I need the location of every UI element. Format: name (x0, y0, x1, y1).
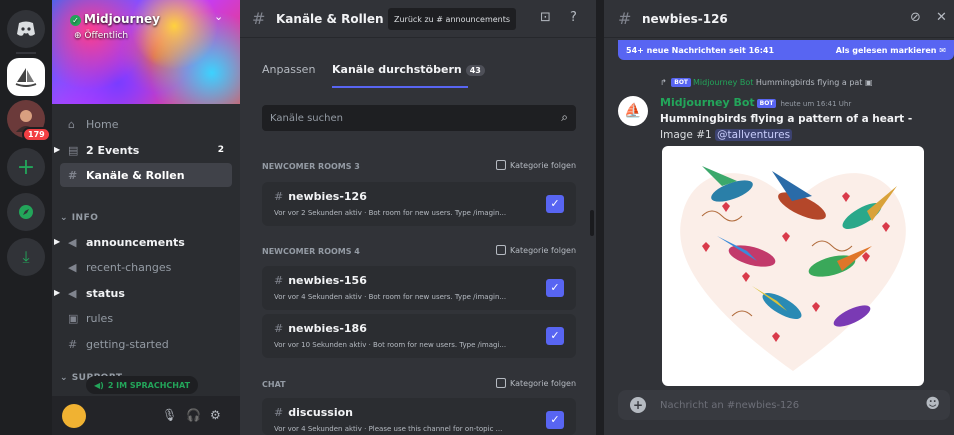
emoji-icon[interactable]: ☻ (925, 396, 940, 412)
server-visibility: ⊕ Öffentlich (74, 31, 129, 41)
follow-category-checkbox[interactable]: Kategorie folgen (496, 245, 576, 255)
rail-separator (16, 52, 36, 54)
image-icon: ▣ (864, 78, 873, 87)
megaphone-icon: ◀ (68, 286, 77, 300)
inbox-icon[interactable]: ⊡ (540, 10, 551, 25)
channel-sidebar: ✓ Midjourney ⊕ Öffentlich ⌄ ⌂ Home ▶ ▤ 2 Ev… (52, 0, 240, 435)
mic-muted-icon[interactable]: 🎙 (162, 408, 177, 422)
mute-icon[interactable]: ⊘ (910, 10, 921, 25)
section-title: NEWCOMER ROOMS 4 (262, 247, 360, 256)
channel-checkbox[interactable]: ✓ (546, 411, 564, 429)
hash-icon: # (68, 168, 78, 182)
hash-icon: # (274, 322, 284, 335)
sidebar-item-recent-changes[interactable]: ◀ recent-changes (60, 255, 232, 279)
sidebar-item-status[interactable]: ◀ status (60, 281, 232, 305)
sidebar-item-channels-roles[interactable]: # Kanäle & Rollen (60, 163, 232, 187)
channels-roles-icon: # (252, 9, 266, 28)
panel-divider[interactable] (596, 0, 604, 435)
hash-icon: # (68, 337, 78, 351)
add-server-icon[interactable]: + (7, 148, 45, 186)
sidebar-item-announcements[interactable]: ◀ announcements (60, 230, 232, 254)
channel-checkbox[interactable]: ✓ (546, 195, 564, 213)
rules-icon: ▣ (68, 311, 79, 325)
channel-card[interactable]: # newbies-126 Vor vor 2 Sekunden aktiv · … (262, 182, 576, 226)
hash-icon: # (274, 190, 284, 203)
events-count: 2 (217, 145, 224, 155)
channels-browser: # Kanäle & Rollen Zurück zu # announceme… (240, 0, 596, 435)
channel-checkbox[interactable]: ✓ (546, 279, 564, 297)
help-icon[interactable]: ? (570, 10, 577, 25)
download-icon[interactable]: ⤓ (7, 238, 45, 276)
section-title: CHAT (262, 380, 286, 389)
search-icon: ⌕ (561, 110, 568, 124)
chat-panel: # newbies-126 ⊘ ✕ 54+ neue Nachrichten s… (604, 0, 954, 435)
speaker-icon: ◀) (94, 380, 104, 390)
discord-home-button[interactable] (7, 10, 45, 48)
active-tab-indicator (332, 86, 468, 88)
channel-card[interactable]: # discussion Vor vor 4 Sekunden aktiv · P… (262, 398, 576, 435)
section-title: NEWCOMER ROOMS 3 (262, 162, 360, 171)
channel-search-input[interactable]: Kanäle suchen ⌕ (262, 105, 576, 131)
gear-icon[interactable]: ⚙ (210, 408, 221, 422)
channel-card[interactable]: # newbies-186 Vor vor 10 Sekunden aktiv ·… (262, 314, 576, 358)
add-attachment-icon[interactable]: + (630, 397, 646, 413)
server-name[interactable]: ✓ Midjourney (70, 12, 160, 26)
reply-preview[interactable]: ↱ BOT Midjourney Bot Hummingbirds flying … (660, 78, 873, 87)
hash-icon: # (618, 9, 632, 28)
avatar[interactable]: ⛵ (618, 96, 648, 126)
verified-icon: ✓ (70, 15, 81, 26)
channel-count-badge: 43 (465, 65, 485, 76)
user-panel: 🎙 🎧 ⚙ (52, 396, 240, 435)
megaphone-icon: ◀ (68, 235, 77, 249)
category-info[interactable]: ⌄ INFO (60, 213, 98, 223)
mark-as-read-button[interactable]: Als gelesen markieren ✉ (836, 46, 946, 55)
follow-category-checkbox[interactable]: Kategorie folgen (496, 378, 576, 388)
generated-image[interactable] (662, 146, 924, 386)
follow-category-checkbox[interactable]: Kategorie folgen (496, 160, 576, 170)
megaphone-icon: ◀ (68, 260, 77, 274)
chat-header: # newbies-126 ⊘ ✕ (604, 0, 954, 38)
server-rail: 179 + ⤓ (0, 0, 52, 435)
channel-card[interactable]: # newbies-156 Vor vor 4 Sekunden aktiv · … (262, 266, 576, 310)
notification-badge: 179 (22, 127, 51, 142)
chevron-down-icon[interactable]: ⌄ (214, 10, 223, 23)
explore-icon[interactable] (7, 193, 45, 231)
message-subtext: Image #1 @tallventures (660, 129, 793, 141)
new-messages-bar[interactable]: 54+ neue Nachrichten seit 16:41 Als gele… (618, 40, 954, 60)
message-text: Hummingbirds flying a pattern of a heart… (660, 113, 913, 125)
headphones-icon[interactable]: 🎧 (186, 408, 201, 422)
sidebar-item-home[interactable]: ⌂ Home (60, 112, 232, 136)
sidebar-item-rules[interactable]: ▣ rules (60, 306, 232, 330)
home-icon: ⌂ (68, 117, 75, 131)
scrollbar[interactable] (590, 210, 594, 236)
voice-chat-indicator[interactable]: ◀) 2 IM SPRACHCHAT (86, 376, 199, 394)
message-input[interactable]: + Nachricht an #newbies-126 ☻ (618, 390, 950, 420)
avatar[interactable] (62, 404, 86, 428)
sidebar-item-getting-started[interactable]: # getting-started (60, 332, 232, 356)
tab-customize[interactable]: Anpassen (262, 63, 315, 76)
back-to-channel-button[interactable]: Zurück zu # announcements (388, 8, 517, 30)
hash-icon: # (274, 406, 284, 419)
middle-header: # Kanäle & Rollen Zurück zu # announceme… (240, 0, 596, 38)
midjourney-server-icon[interactable] (7, 58, 45, 96)
tab-browse-channels[interactable]: Kanäle durchstöbern 43 (332, 63, 485, 76)
calendar-icon: ▤ (68, 143, 79, 157)
channel-checkbox[interactable]: ✓ (546, 327, 564, 345)
discord-icon (17, 21, 35, 36)
channel-title: newbies-126 (642, 12, 728, 26)
hash-icon: # (274, 274, 284, 287)
message-author[interactable]: Midjourney Bot BOT heute um 16:41 Uhr (660, 96, 851, 109)
page-title: Kanäle & Rollen (276, 12, 384, 26)
user-mention[interactable]: @tallventures (715, 129, 793, 141)
close-icon[interactable]: ✕ (936, 10, 947, 25)
bot-badge: BOT (756, 98, 777, 108)
sidebar-item-events[interactable]: ▤ 2 Events 2 (60, 138, 232, 162)
